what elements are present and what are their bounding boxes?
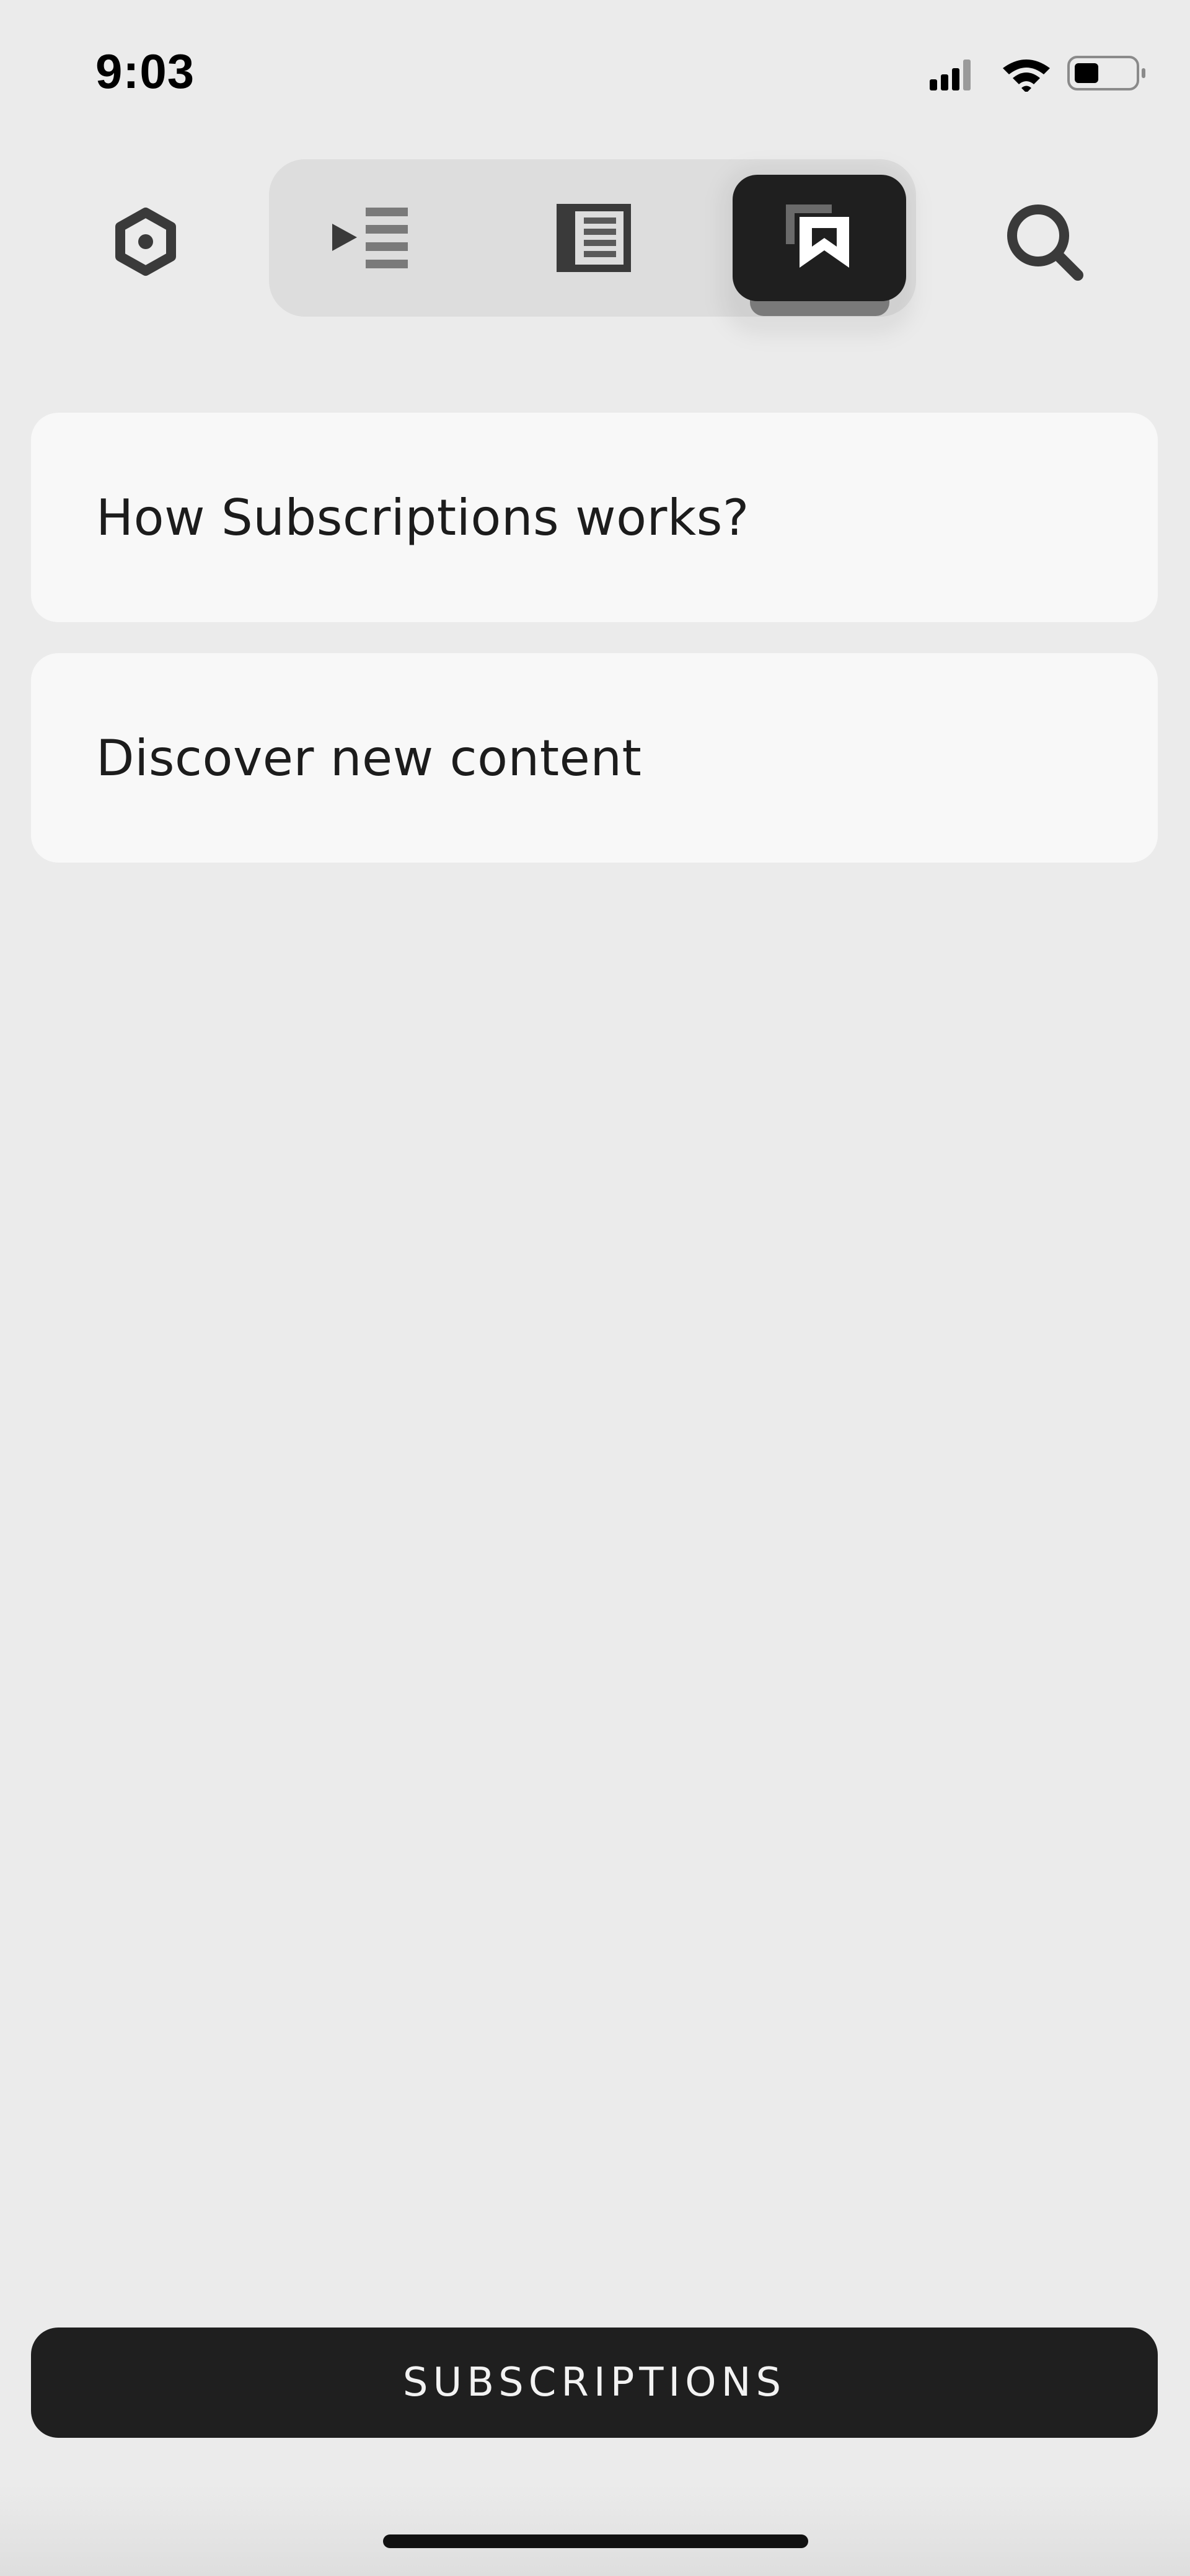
- status-icons: [930, 56, 1145, 92]
- document-list-icon: [557, 204, 631, 272]
- card-label: Discover new content: [96, 729, 642, 787]
- bottom-fade: [0, 2485, 1190, 2576]
- discover-new-content-card[interactable]: Discover new content: [31, 653, 1158, 863]
- subscriptions-screen: 9:03 How Subscriptions works? Discover n…: [0, 0, 1190, 2576]
- card-label: How Subscriptions works?: [96, 488, 749, 547]
- settings-button[interactable]: [105, 201, 186, 282]
- signal-icon: [930, 59, 971, 90]
- how-subscriptions-works-card[interactable]: How Subscriptions works?: [31, 413, 1158, 622]
- search-icon: [1007, 204, 1083, 281]
- search-button[interactable]: [1001, 198, 1088, 285]
- play-list-icon: [332, 208, 408, 268]
- subscriptions-button-label: SUBSCRIPTIONS: [402, 2360, 787, 2406]
- subscriptions-button[interactable]: SUBSCRIPTIONS: [31, 2328, 1158, 2438]
- wifi-icon: [1003, 59, 1050, 92]
- tab-subscriptions[interactable]: [733, 175, 906, 301]
- hexagon-settings-icon: [115, 208, 176, 276]
- home-indicator[interactable]: [383, 2534, 808, 2548]
- battery-icon: [1067, 56, 1145, 90]
- tab-articles[interactable]: [507, 175, 681, 301]
- tab-queue[interactable]: [284, 175, 457, 301]
- bookmark-stack-icon: [786, 204, 849, 268]
- status-time: 9:03: [95, 44, 195, 99]
